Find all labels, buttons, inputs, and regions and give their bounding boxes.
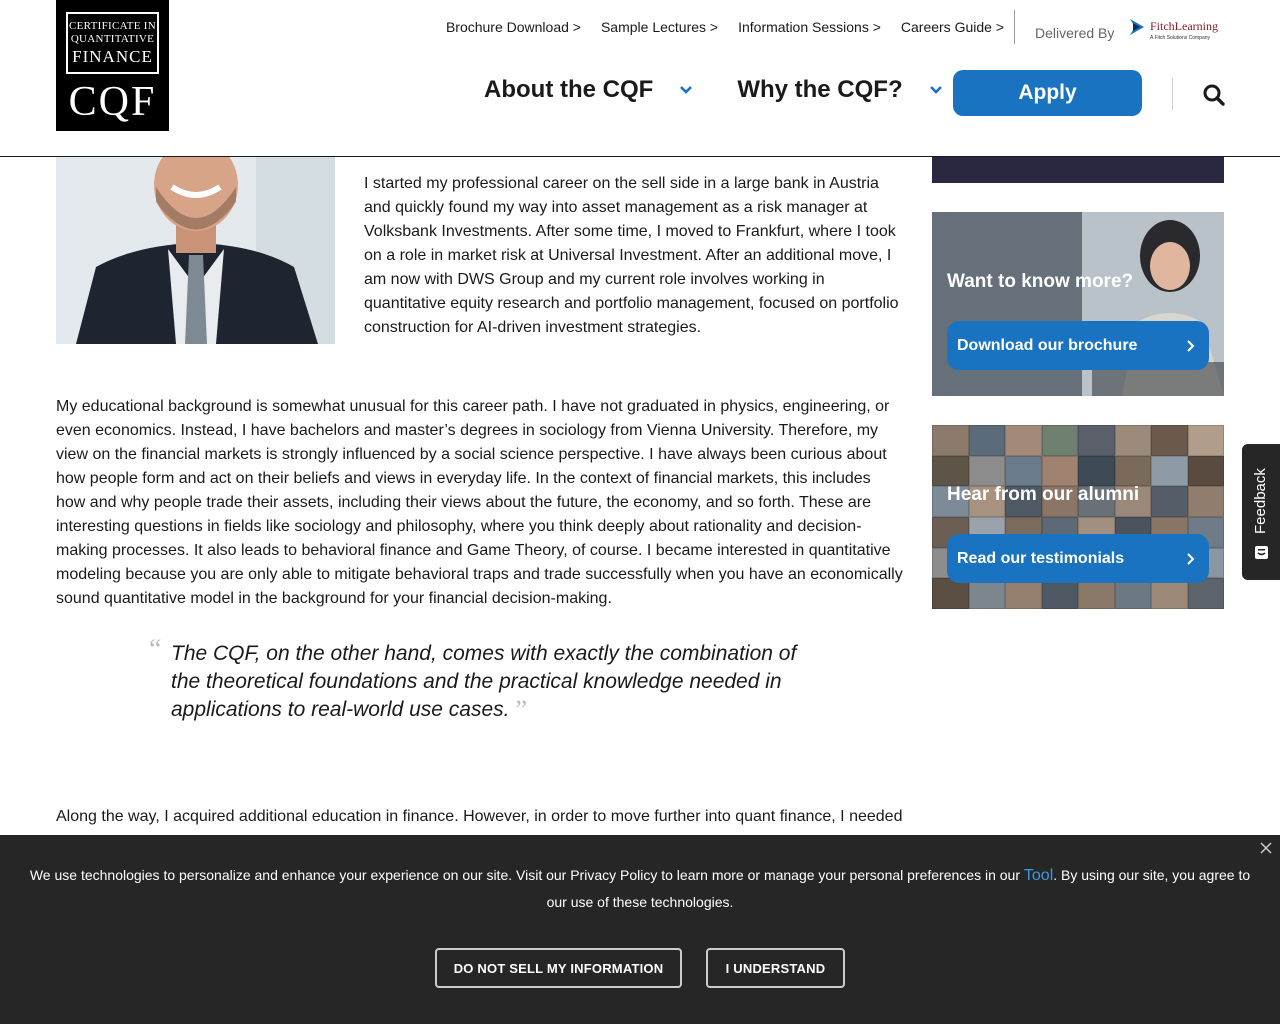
read-testimonials-button[interactable]: Read our testimonials — [947, 534, 1209, 583]
alumni-portrait-photo — [56, 157, 335, 344]
close-icon[interactable] — [1259, 841, 1273, 855]
i-understand-button[interactable]: I UNDERSTAND — [706, 948, 845, 988]
logo-certificate-box: CERTIFICATE IN QUANTITATIVE FINANCE — [66, 12, 159, 74]
careers-guide-link[interactable]: Careers Guide > — [901, 19, 1004, 35]
quote-close-icon: ” — [515, 695, 528, 724]
chevron-down-icon — [680, 86, 693, 94]
fitch-subtitle: A Fitch Solutions Company — [1150, 35, 1211, 41]
sidebar-card-bottom-edge — [932, 157, 1224, 183]
logo-mark: CQF — [68, 79, 157, 125]
article-paragraph-1: I started my professional career on the … — [364, 175, 899, 336]
pull-quote-text: The CQF, on the other hand, comes with e… — [171, 642, 797, 721]
portrait-illustration — [56, 157, 335, 344]
feedback-tab[interactable]: Feedback — [1242, 444, 1280, 580]
feedback-icon — [1255, 546, 1268, 559]
fitch-learning-logo[interactable]: FitchLearning A Fitch Solutions Company — [1130, 17, 1218, 41]
brochure-card: Want to know more? Download our brochure — [932, 212, 1224, 396]
sample-lectures-link[interactable]: Sample Lectures > — [601, 19, 718, 35]
information-sessions-link[interactable]: Information Sessions > — [738, 19, 881, 35]
nav-about-label: About the CQF — [484, 76, 654, 103]
site-header: CERTIFICATE IN QUANTITATIVE FINANCE CQF … — [0, 0, 1280, 157]
cookie-consent-banner: We use technologies to personalize and e… — [0, 835, 1280, 1024]
article-paragraph-3: Along the way, I acquired additional edu… — [56, 808, 903, 825]
brochure-download-link[interactable]: Brochure Download > — [446, 19, 581, 35]
search-icon[interactable] — [1202, 83, 1226, 107]
nav-about-cqf[interactable]: About the CQF — [484, 76, 693, 104]
pull-quote: The CQF, on the other hand, comes with e… — [171, 640, 811, 724]
chevron-right-icon — [1187, 553, 1195, 565]
cookie-tool-link[interactable]: Tool — [1024, 867, 1053, 884]
top-links: Brochure Download > Sample Lectures > In… — [446, 19, 1004, 35]
logo-line-3: FINANCE — [72, 47, 153, 66]
nav-why-cqf[interactable]: Why the CQF? — [737, 76, 942, 104]
fitch-name: FitchLearning — [1150, 19, 1218, 33]
cqf-logo[interactable]: CERTIFICATE IN QUANTITATIVE FINANCE CQF — [56, 0, 169, 131]
quote-open-icon: “ — [149, 634, 162, 665]
testimonials-card: Hear from our alumni Read our testimonia… — [932, 425, 1224, 609]
logo-line-2: QUANTITATIVE — [70, 33, 155, 45]
logo-line-1: CERTIFICATE IN — [69, 20, 156, 32]
chevron-right-icon — [1187, 340, 1195, 352]
apply-button[interactable]: Apply — [953, 70, 1142, 116]
do-not-sell-button[interactable]: DO NOT SELL MY INFORMATION — [435, 948, 682, 988]
download-brochure-button[interactable]: Download our brochure — [947, 321, 1209, 370]
main-nav: About the CQF Why the CQF? — [484, 76, 943, 104]
divider — [1014, 10, 1015, 44]
brochure-card-title: Want to know more? — [947, 271, 1134, 292]
chevron-down-icon — [929, 86, 942, 94]
read-testimonials-label: Read our testimonials — [957, 549, 1125, 567]
delivered-by-label: Delivered By — [1035, 25, 1115, 41]
nav-why-label: Why the CQF? — [737, 76, 903, 103]
fitch-mark-icon — [1130, 19, 1144, 35]
cookie-message: We use technologies to personalize and e… — [20, 862, 1260, 915]
testimonials-card-title: Hear from our alumni — [947, 484, 1140, 505]
feedback-label: Feedback — [1252, 468, 1269, 534]
divider — [1172, 78, 1173, 110]
article-paragraph-2: My educational background is somewhat un… — [56, 398, 903, 607]
cookie-text-before: We use technologies to personalize and e… — [29, 867, 1024, 883]
download-brochure-label: Download our brochure — [957, 336, 1138, 354]
